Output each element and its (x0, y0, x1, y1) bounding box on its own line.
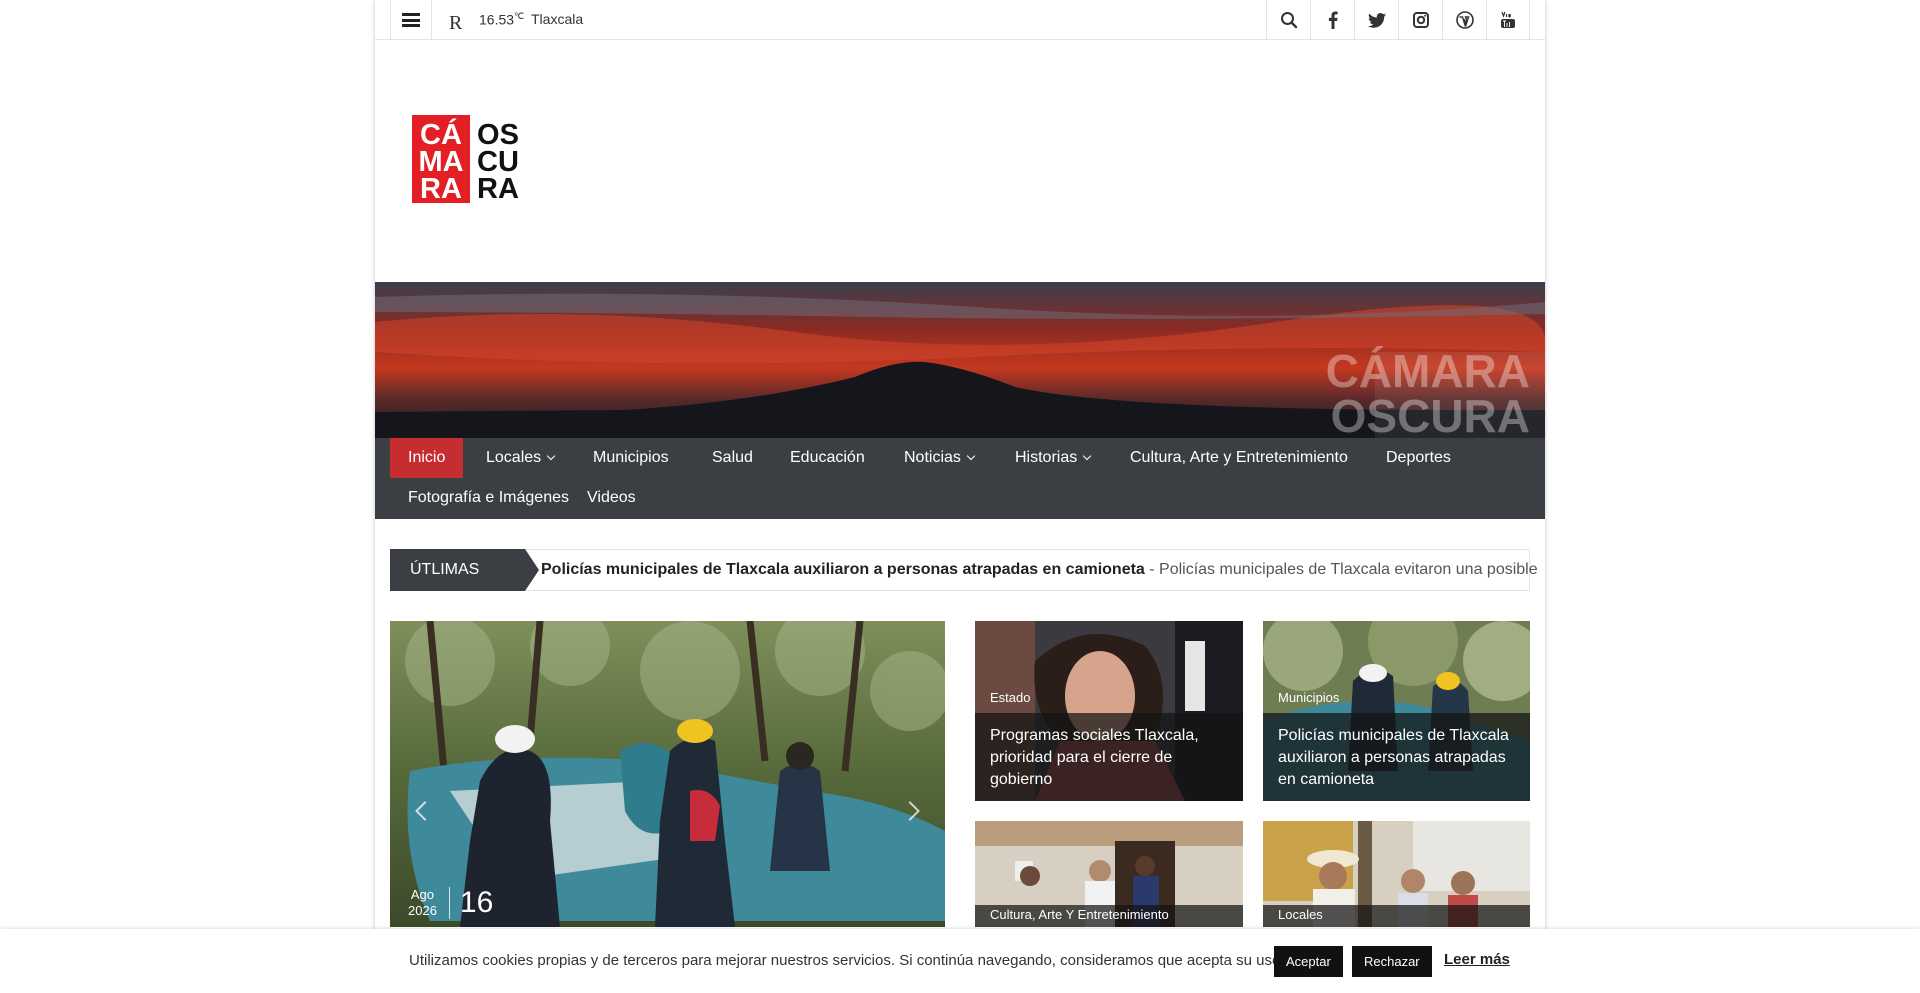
header-banner: CÁMARA OSCURA (375, 282, 1545, 438)
nav-item-label: Fotografía e Imágenes (408, 489, 569, 506)
nav-item-videos[interactable]: Videos (569, 478, 654, 518)
ticker-headline: Policías municipales de Tlaxcala auxilia… (541, 561, 1145, 578)
site-logo[interactable]: CÁ MA RA OS CU RA (410, 112, 530, 208)
nav-item-label: Inicio (408, 449, 446, 466)
card-category[interactable]: Estado (990, 690, 1030, 705)
nav-item-label: Salud (712, 449, 753, 466)
date-year: 2026 (408, 903, 437, 918)
wordpress-icon[interactable] (1442, 0, 1486, 40)
card-category[interactable]: Cultura, Arte Y Entretenimiento (990, 907, 1169, 922)
search-icon[interactable] (1266, 0, 1310, 40)
page-container: R 16.53℃ Tlaxcala CÁ MA RA OS CU RA CÁMA… (375, 0, 1545, 993)
nav-item-label: Historias (1015, 449, 1078, 466)
news-card[interactable]: Locales (1263, 821, 1530, 927)
featured-image (390, 621, 945, 927)
nav-item-label: Locales (486, 449, 542, 466)
nav-item-locales[interactable]: Locales (468, 438, 572, 478)
news-card[interactable]: Municipios Policías municipales de Tlaxc… (1263, 621, 1530, 801)
featured-slider[interactable]: Ago 2026 16 (390, 621, 945, 927)
nav-item-noticias[interactable]: Noticias (886, 438, 992, 478)
date-month: Ago (410, 887, 435, 902)
hamburger-icon (402, 13, 420, 27)
reject-cookies-button[interactable]: Rechazar (1352, 946, 1432, 977)
ticker-headline-link[interactable]: Policías municipales de Tlaxcala auxilia… (541, 550, 1538, 590)
nav-item-cultura[interactable]: Cultura, Arte y Entretenimiento (1112, 438, 1366, 478)
nav-item-salud[interactable]: Salud (694, 438, 771, 478)
nav-item-fotografia[interactable]: Fotografía e Imágenes (390, 478, 587, 518)
twitter-icon[interactable] (1354, 0, 1398, 40)
news-ticker: ÚTLIMAS Policías municipales de Tlaxcala… (390, 549, 1538, 591)
featured-date: Ago 2026 16 (408, 883, 493, 923)
ticker-label: ÚTLIMAS (390, 549, 539, 591)
nav-item-historias[interactable]: Historias (997, 438, 1108, 478)
nav-item-label: Educación (790, 449, 865, 466)
cookie-message: Utilizamos cookies propias y de terceros… (409, 952, 1285, 969)
youtube-icon[interactable] (1486, 0, 1530, 40)
facebook-icon[interactable] (1310, 0, 1354, 40)
date-month-year: Ago 2026 (408, 887, 450, 919)
cookie-banner: Utilizamos cookies propias y de terceros… (0, 929, 1920, 993)
weather-city: Tlaxcala (531, 11, 584, 27)
chevron-down-icon (966, 451, 976, 461)
nav-item-label: Municipios (593, 449, 669, 466)
read-more-link[interactable]: Leer más (1444, 951, 1510, 968)
card-title[interactable]: Programas sociales Tlaxcala, prioridad p… (990, 725, 1231, 791)
nav-item-deportes[interactable]: Deportes (1368, 438, 1469, 478)
nav-item-label: Noticias (904, 449, 961, 466)
nav-item-label: Deportes (1386, 449, 1451, 466)
chevron-down-icon (1082, 451, 1092, 461)
nav-item-label: Cultura, Arte y Entretenimiento (1130, 449, 1348, 466)
nav-item-educacion[interactable]: Educación (772, 438, 883, 478)
nav-item-municipios[interactable]: Municipios (575, 438, 687, 478)
banner-watermark-line-2: OSCURA (1331, 390, 1530, 438)
main-navigation: Inicio Locales Municipios Salud Educació… (375, 438, 1545, 519)
instagram-icon[interactable] (1398, 0, 1442, 40)
nav-item-inicio[interactable]: Inicio (390, 438, 464, 478)
social-links (1266, 0, 1530, 40)
news-card[interactable]: Cultura, Arte Y Entretenimiento (975, 821, 1243, 927)
temperature-value: 16.53 (479, 11, 515, 28)
hamburger-menu-button[interactable] (390, 0, 432, 40)
ticker-summary: - Policías municipales de Tlaxcala evita… (1144, 561, 1538, 578)
nav-item-label: Videos (587, 489, 636, 506)
logo-left-line-3: RA (420, 173, 462, 205)
news-card[interactable]: Estado Programas sociales Tlaxcala, prio… (975, 621, 1243, 801)
card-category[interactable]: Municipios (1278, 690, 1339, 705)
chevron-down-icon (546, 451, 556, 461)
date-day: 16 (459, 886, 494, 919)
accept-cookies-button[interactable]: Aceptar (1274, 946, 1343, 977)
temperature-unit: ℃ (514, 11, 525, 21)
weather-icon: R (449, 12, 463, 34)
card-category[interactable]: Locales (1278, 907, 1323, 922)
weather-temperature: 16.53℃ (479, 11, 524, 28)
logo-right-line-3: RA (477, 173, 519, 205)
top-bar: R 16.53℃ Tlaxcala (375, 0, 1545, 40)
card-title[interactable]: Policías municipales de Tlaxcala auxilia… (1278, 725, 1518, 791)
